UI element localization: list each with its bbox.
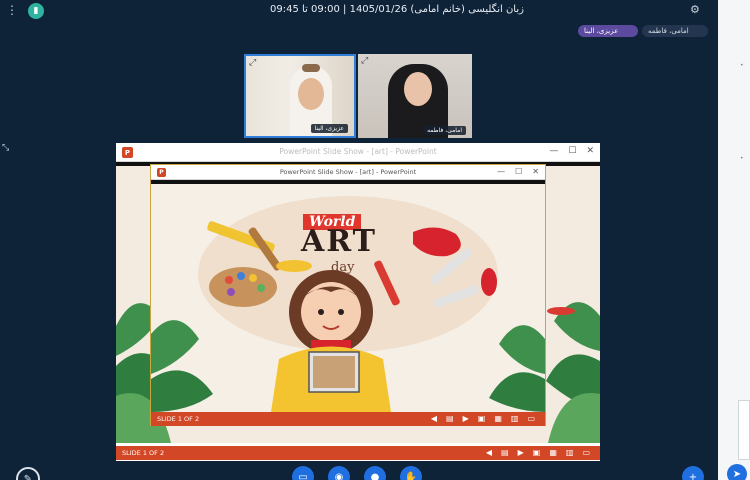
window-titlebar: P PowerPoint Slide Show - [art] - PowerP… — [116, 143, 600, 162]
slideshow-icon[interactable]: ▭ — [527, 414, 535, 423]
minimize-icon[interactable]: — — [497, 167, 505, 176]
minimize-icon[interactable]: — — [549, 146, 558, 156]
window-controls: — ☐ ✕ — [549, 146, 594, 156]
close-icon[interactable]: ✕ — [586, 146, 594, 156]
previous-icon[interactable]: ◀ — [486, 448, 492, 457]
face-shape — [404, 72, 432, 106]
fullscreen-icon[interactable]: ⤡ — [2, 143, 9, 153]
participant-chip-label: امامی، فاطمه — [648, 27, 689, 35]
pencil-icon[interactable]: ✎ — [16, 467, 40, 480]
send-icon[interactable]: ➤ — [727, 464, 747, 480]
participant-chip[interactable]: امامی، فاطمه — [642, 25, 708, 37]
session-title: زبان انگلیسی (خانم امامی) 1405/01/26 | 0… — [270, 4, 524, 15]
slide-menu-icon[interactable]: ▤ — [501, 448, 509, 457]
webcam-tile[interactable]: ⤢ امامی، فاطمه — [358, 54, 472, 138]
slideshow-statusbar: SLIDE 1 OF 2 ◀ ▤ ▶ ▣ ▦ ▥ ▭ — [151, 412, 545, 426]
face-shape — [298, 78, 324, 110]
slide-content: World ART day — [151, 184, 545, 412]
reading-view-icon[interactable]: ▥ — [511, 414, 519, 423]
camera-icon[interactable]: ◉ — [328, 466, 350, 480]
normal-view-icon[interactable]: ▣ — [533, 448, 541, 457]
menu-dots-icon[interactable]: ⋮ — [6, 3, 18, 17]
window-controls: — ☐ ✕ — [497, 167, 539, 176]
normal-view-icon[interactable]: ▣ — [478, 414, 486, 423]
share-screen-icon[interactable]: ▭ — [292, 466, 314, 480]
plus-icon[interactable]: + — [682, 466, 704, 480]
microphone-icon[interactable]: ● — [364, 466, 386, 480]
webcam-name: عزیزی، الینا — [310, 124, 348, 133]
participant-chip[interactable]: عزیزی، الینا — [578, 25, 638, 37]
slide-counter: SLIDE 1 OF 2 — [157, 415, 200, 423]
top-bar: ⋮ ▮ زبان انگلیسی (خانم امامی) 1405/01/26… — [0, 0, 718, 22]
chat-panel-edge: • • — [718, 0, 750, 480]
expand-icon[interactable]: ⤢ — [361, 56, 368, 66]
slideshow-statusbar: SLIDE 1 OF 2 ◀ ▤ ▶ ▣ ▦ ▥ ▭ — [116, 446, 600, 460]
webcam-tile[interactable]: ⤢ عزیزی، الینا — [244, 54, 356, 138]
slide-headline: ART — [301, 224, 378, 259]
next-icon[interactable]: ▶ — [518, 448, 524, 457]
slide-sorter-icon[interactable]: ▦ — [494, 414, 502, 423]
app-logo-icon: ▮ — [28, 3, 44, 19]
slideshow-icon[interactable]: ▭ — [582, 448, 590, 457]
expand-icon[interactable]: ⤢ — [249, 58, 256, 68]
slide-counter: SLIDE 1 OF 2 — [122, 449, 165, 457]
chat-input-frame — [738, 400, 750, 460]
hand-raise-icon[interactable]: ✋ — [400, 466, 422, 480]
slide-sorter-icon[interactable]: ▦ — [549, 448, 557, 457]
panel-dot-icon: • — [740, 155, 744, 162]
nested-slideshow-window[interactable]: P PowerPoint Slide Show - [art] - PowerP… — [150, 164, 546, 426]
previous-icon[interactable]: ◀ — [431, 414, 437, 423]
slide-subline: day — [331, 260, 355, 275]
slide-menu-icon[interactable]: ▤ — [446, 414, 454, 423]
window-title: PowerPoint Slide Show - [art] - PowerPoi… — [279, 147, 437, 156]
window-title: PowerPoint Slide Show - [art] - PowerPoi… — [279, 168, 417, 176]
window-titlebar: P PowerPoint Slide Show - [art] - PowerP… — [151, 165, 545, 180]
frame-shape — [302, 64, 320, 72]
participant-chip-label: عزیزی، الینا — [584, 27, 619, 35]
close-icon[interactable]: ✕ — [532, 167, 539, 176]
panel-dot-icon: • — [740, 62, 744, 69]
user-settings-icon[interactable]: ⚙ — [690, 3, 700, 16]
maximize-icon[interactable]: ☐ — [515, 167, 522, 176]
maximize-icon[interactable]: ☐ — [568, 146, 576, 156]
reading-view-icon[interactable]: ▥ — [566, 448, 574, 457]
webcam-name: امامی، فاطمه — [423, 126, 466, 135]
next-icon[interactable]: ▶ — [463, 414, 469, 423]
